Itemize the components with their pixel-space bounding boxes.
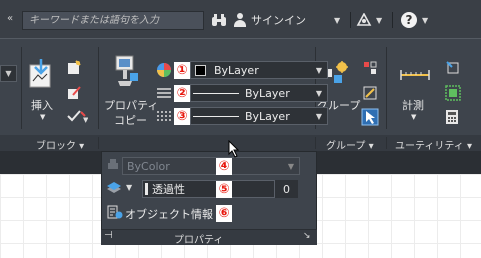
select-all-icon[interactable]: [445, 85, 461, 104]
plot-style-row: ByColor ▼: [122, 157, 300, 175]
binoculars-icon[interactable]: [211, 10, 229, 30]
divider: [98, 47, 99, 129]
help-button[interactable]: ? ▼: [401, 10, 428, 30]
match-properties-icon[interactable]: [113, 55, 139, 90]
color-row: ① ByLayer ▼: [174, 61, 328, 79]
group-panel-label[interactable]: グループ ▾: [326, 137, 374, 152]
linetype-preview: [193, 92, 239, 94]
a360-button[interactable]: ▼: [356, 10, 382, 30]
title-bar: « サインイン ▼ ▼ ? ▼: [0, 0, 481, 38]
object-info-button[interactable]: オブジェクト情報: [125, 206, 213, 222]
chevron-down-icon: ▼: [376, 15, 383, 25]
badge-5: ⑤: [216, 181, 232, 198]
transparency-value[interactable]: 0: [274, 180, 298, 198]
plot-style-icon: [106, 158, 120, 175]
lineweight-icon: [156, 109, 172, 126]
search-input[interactable]: [23, 12, 203, 29]
block-attribute-icon[interactable]: ▼: [66, 109, 89, 126]
lineweight-dropdown[interactable]: ByLayer ▼: [190, 107, 328, 125]
linetype-value: ByLayer: [245, 86, 290, 100]
chevron-down-icon: ▼: [315, 66, 322, 75]
divider: [21, 47, 22, 129]
group-edit-icon[interactable]: [362, 85, 378, 104]
divider: [392, 12, 393, 28]
chevron-down-icon[interactable]: ▼: [40, 113, 45, 121]
lineweight-preview: [193, 115, 239, 117]
quick-select-icon[interactable]: [445, 60, 461, 79]
color-dropdown[interactable]: ByLayer ▼: [190, 61, 328, 79]
badge-6: ⑥: [216, 205, 232, 222]
divider: [386, 137, 387, 149]
color-swatch: [195, 64, 206, 76]
chevron-down-icon: ▼: [315, 112, 322, 121]
layer-dropdown-arrow[interactable]: ▼: [0, 65, 17, 82]
lineweight-value: ByLayer: [245, 109, 290, 123]
create-block-icon[interactable]: [66, 60, 82, 79]
badge-3: ③: [174, 107, 190, 125]
svg-text:▼: ▼: [83, 116, 88, 123]
insert-label[interactable]: 挿入: [31, 97, 53, 113]
measure-icon[interactable]: [400, 67, 430, 86]
linetype-row: ② ByLayer ▼: [174, 84, 328, 102]
group-selection-icon[interactable]: [361, 108, 379, 129]
object-info-icon: [107, 205, 123, 222]
chevron-down-icon[interactable]: ▼: [126, 183, 132, 192]
signin-button[interactable]: サインイン ▼: [233, 10, 340, 30]
divider: [98, 137, 99, 149]
divider: [386, 47, 387, 129]
dialog-launcher-icon[interactable]: ↘: [303, 231, 311, 241]
calculator-icon[interactable]: [445, 109, 459, 128]
lineweight-row: ③ ByLayer ▼: [174, 107, 328, 125]
plot-style-value: ByColor: [127, 159, 170, 173]
pin-icon[interactable]: ⊣: [104, 230, 113, 241]
mouse-cursor-icon: [228, 140, 240, 158]
linetype-dropdown[interactable]: ByLayer ▼: [190, 84, 328, 102]
chevron-down-icon: ▼: [422, 15, 429, 25]
divider: [350, 12, 351, 28]
slider-handle[interactable]: [145, 183, 148, 195]
badge-2: ②: [174, 84, 190, 102]
badge-1: ①: [174, 61, 190, 79]
badge-4: ④: [216, 158, 232, 175]
color-wheel-icon: [156, 62, 172, 81]
match-properties-label-2[interactable]: コピー: [114, 112, 147, 128]
utility-panel-label[interactable]: ユーティリティ ▾: [395, 137, 472, 152]
chevron-down-icon: ▼: [334, 15, 341, 25]
chevron-down-icon[interactable]: ▼: [411, 113, 416, 121]
search-expand-icon[interactable]: «: [7, 13, 13, 24]
signin-label: サインイン: [251, 14, 306, 27]
ungroup-icon[interactable]: [362, 60, 378, 79]
transparency-label: 透過性: [152, 183, 185, 196]
chevron-down-icon: ▼: [315, 89, 322, 98]
a360-icon: [356, 13, 372, 26]
color-value: ByLayer: [214, 63, 259, 77]
user-icon: [233, 13, 247, 27]
search-box[interactable]: «: [7, 11, 204, 30]
help-icon: ?: [401, 12, 417, 28]
transparency-icon: [106, 181, 122, 198]
divider: [315, 137, 316, 149]
linetype-icon: [156, 86, 172, 103]
block-panel-label[interactable]: ブロック ▾: [36, 137, 84, 152]
measure-label[interactable]: 計測: [402, 97, 424, 113]
match-properties-label[interactable]: プロパティ: [104, 97, 158, 113]
plot-style-dropdown: ByColor ▼: [122, 157, 300, 175]
edit-block-icon[interactable]: [66, 85, 82, 104]
properties-panel-label[interactable]: プロパティ: [174, 231, 223, 246]
chevron-down-icon: ▼: [287, 162, 294, 171]
insert-block-icon[interactable]: [28, 59, 54, 92]
